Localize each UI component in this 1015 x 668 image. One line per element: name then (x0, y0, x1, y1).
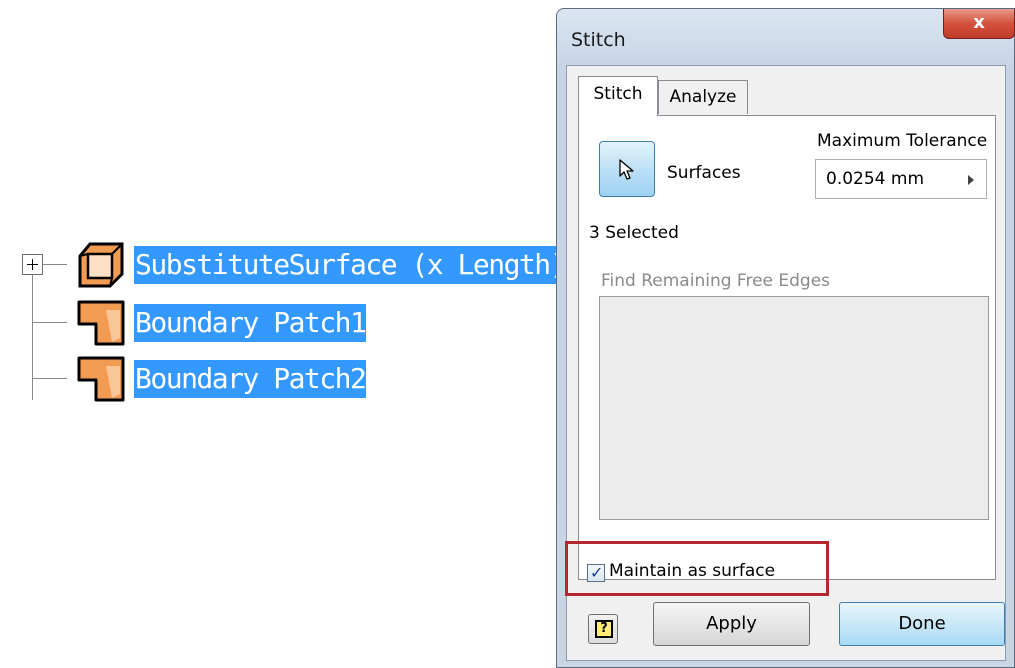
boundary-patch-icon (76, 298, 126, 348)
tolerance-arrow-icon[interactable] (968, 175, 974, 185)
boundary-patch-icon (76, 354, 126, 404)
tree-connector-vertical (32, 275, 33, 400)
tree-item-boundary-patch-2[interactable]: Boundary Patch2 (134, 360, 367, 398)
help-button[interactable]: ? (588, 614, 618, 644)
selected-count: 3 Selected (589, 223, 679, 243)
help-icon: ? (595, 620, 613, 638)
stitch-tab-panel: Surfaces Maximum Tolerance 0.0254 mm 3 S… (578, 115, 996, 580)
tree-connector (32, 322, 67, 323)
find-free-edges-label: Find Remaining Free Edges (601, 271, 831, 291)
done-button[interactable]: Done (839, 602, 1005, 646)
checkmark-icon: ✓ (590, 563, 604, 582)
expand-toggle[interactable] (22, 254, 43, 275)
model-browser-tree: SubstituteSurface (x Length) Boundary Pa… (0, 0, 567, 662)
substitute-surface-icon (76, 240, 126, 290)
tree-connector (43, 264, 67, 265)
cursor-arrow-icon (619, 159, 634, 180)
maintain-as-surface-label: Maintain as surface (609, 561, 776, 581)
tab-analyze[interactable]: Analyze (658, 80, 748, 114)
free-edges-list[interactable] (599, 296, 989, 520)
tab-stitch[interactable]: Stitch (578, 76, 658, 116)
stitch-dialog: Stitch x Stitch Analyze Surfaces Maximum… (556, 8, 1015, 668)
tree-item-boundary-patch-1[interactable]: Boundary Patch1 (134, 304, 367, 342)
tolerance-input[interactable]: 0.0254 mm (815, 159, 987, 199)
max-tolerance-label: Maximum Tolerance (817, 131, 988, 151)
dialog-client-area: Stitch Analyze Surfaces Maximum Toleranc… (566, 65, 1006, 661)
close-icon: x (973, 12, 985, 33)
dialog-title: Stitch (571, 29, 626, 51)
tree-connector (32, 378, 67, 379)
tree-item-substitute-surface[interactable]: SubstituteSurface (x Length) (134, 246, 567, 284)
maintain-as-surface-checkbox[interactable]: ✓ (587, 563, 605, 582)
tolerance-value: 0.0254 mm (826, 169, 925, 189)
dialog-titlebar[interactable]: Stitch x (557, 9, 1015, 65)
surfaces-label: Surfaces (667, 163, 741, 183)
close-button[interactable]: x (943, 9, 1015, 39)
apply-button[interactable]: Apply (653, 602, 810, 646)
surfaces-select-button[interactable] (599, 141, 655, 197)
